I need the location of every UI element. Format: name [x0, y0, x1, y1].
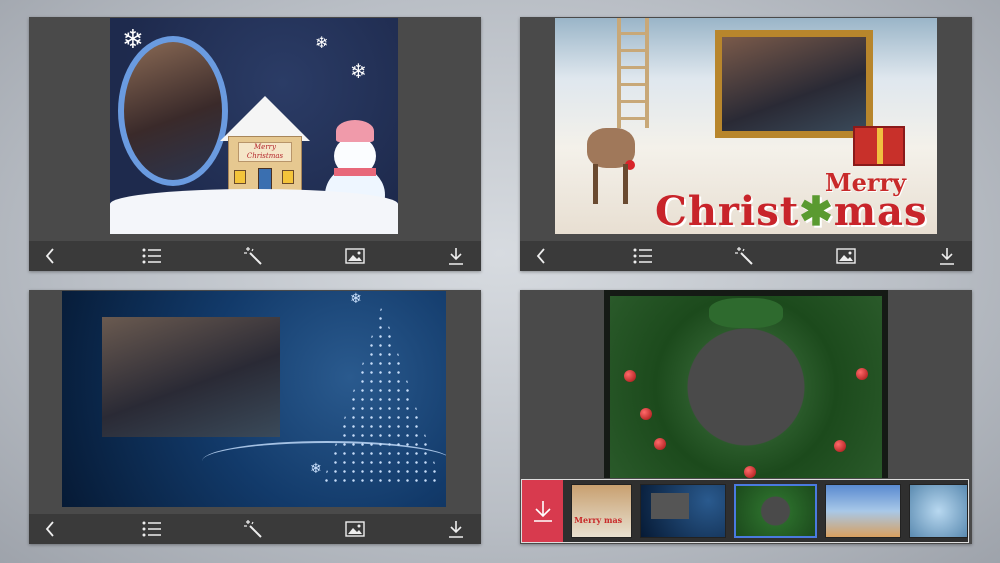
merry-christmas-sign: Merry Christmas	[238, 142, 292, 162]
gingerbread-house: Merry Christmas	[220, 96, 310, 196]
download-button[interactable]	[936, 245, 958, 267]
frame-thumbnail-2[interactable]	[639, 484, 727, 538]
christmas-frame-preview: Merry Christ✱mas	[555, 18, 937, 234]
image-icon	[344, 521, 365, 537]
list-button[interactable]	[141, 245, 163, 267]
image-icon	[344, 248, 365, 264]
reindeer	[577, 98, 647, 208]
frame-preview-card-2: Merry Christ✱mas	[520, 17, 972, 271]
ornament-ball	[856, 368, 868, 380]
list-button[interactable]	[632, 245, 654, 267]
ornament-ball	[834, 440, 846, 452]
image-button[interactable]	[835, 245, 857, 267]
frame-thumbnail-1[interactable]: Merry mas	[571, 484, 632, 538]
chevron-left-icon	[45, 248, 54, 264]
list-icon	[142, 521, 161, 537]
download-button[interactable]	[445, 245, 467, 267]
frame-preview-card-1: ❄ ❄ ❄ Merry Christmas	[29, 17, 481, 271]
editor-toolbar	[29, 241, 481, 271]
snowflake-icon: ❄	[315, 35, 329, 52]
ornament-ball	[640, 408, 652, 420]
wreath-bow	[709, 298, 783, 328]
magic-wand-icon	[244, 520, 262, 538]
snowflake-icon: ❄	[310, 460, 322, 476]
chevron-left-icon	[536, 248, 545, 264]
magic-wand-icon	[244, 247, 262, 265]
list-icon	[142, 248, 161, 264]
snowflake-icon: ❄	[350, 291, 362, 306]
snowflake-icon: ❄	[350, 61, 367, 83]
ornament-ball	[654, 438, 666, 450]
christmas-text: Christ✱mas	[655, 188, 928, 234]
download-icon	[533, 501, 552, 522]
ornament-ball	[744, 466, 756, 478]
ornament-ball	[624, 370, 636, 382]
frame-thumbnail-3-selected[interactable]	[734, 484, 817, 538]
download-icon	[940, 248, 954, 265]
back-button[interactable]	[39, 518, 61, 540]
download-button[interactable]	[445, 518, 467, 540]
wreath-frame-preview	[604, 290, 888, 478]
editor-toolbar	[29, 514, 481, 544]
frame-thumbnail-4[interactable]	[824, 484, 902, 538]
magic-wand-icon	[735, 247, 753, 265]
download-icon	[449, 248, 463, 265]
magic-wand-button[interactable]	[733, 245, 755, 267]
image-button[interactable]	[344, 518, 366, 540]
list-button[interactable]	[141, 518, 163, 540]
frame-thumbnail-strip: Merry mas	[521, 479, 969, 543]
download-icon	[449, 521, 463, 538]
frame-thumbnail-5[interactable]	[909, 484, 968, 538]
photo-frame	[715, 30, 873, 138]
frame-preview-card-4: Merry mas	[520, 290, 972, 544]
back-button[interactable]	[39, 245, 61, 267]
photo-area	[102, 317, 280, 437]
magic-wand-button[interactable]	[242, 245, 264, 267]
magic-wand-button[interactable]	[242, 518, 264, 540]
photo-oval-frame	[118, 36, 228, 186]
editor-toolbar	[520, 241, 972, 271]
christmas-frame-preview: ❄ ❄ ❄ Merry Christmas	[110, 18, 398, 234]
image-icon	[835, 248, 856, 264]
list-icon	[633, 248, 652, 264]
frame-preview-card-3: ❄ ❄	[29, 290, 481, 544]
swirl-decoration	[202, 441, 446, 481]
snowflake-icon: ❄	[122, 24, 144, 54]
download-button[interactable]	[522, 480, 564, 542]
chevron-left-icon	[45, 521, 54, 537]
back-button[interactable]	[530, 245, 552, 267]
image-button[interactable]	[344, 245, 366, 267]
gift-box	[853, 126, 905, 166]
christmas-frame-preview: ❄ ❄	[62, 291, 446, 507]
